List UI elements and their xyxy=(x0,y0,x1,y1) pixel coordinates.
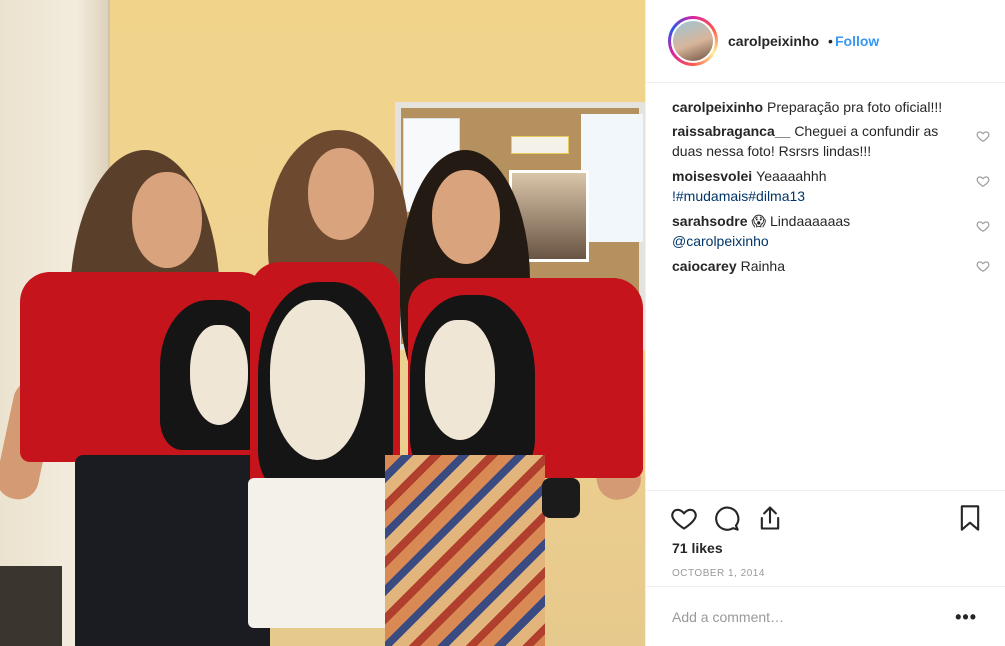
comment-like-icon[interactable] xyxy=(976,259,990,273)
caption-text: Preparação pra foto oficial!!! xyxy=(767,99,943,115)
photo-cabinet xyxy=(0,566,62,646)
comment-username[interactable]: caiocarey xyxy=(672,258,737,274)
add-comment-input[interactable] xyxy=(670,605,944,629)
post-actions: 71 likes OCTOBER 1, 2014 xyxy=(646,490,1005,579)
likes-count[interactable]: 71 likes xyxy=(672,540,723,556)
post-date[interactable]: OCTOBER 1, 2014 xyxy=(672,568,765,579)
avatar-ring[interactable] xyxy=(668,16,718,66)
header-username[interactable]: carolpeixinho xyxy=(728,33,819,49)
comment-username[interactable]: sarahsodre xyxy=(672,213,747,229)
comment-text: 😱 Lindaaaaaas xyxy=(751,213,851,229)
hashtag-link[interactable]: !#mudamais#dilma13 xyxy=(672,188,805,204)
post-side-panel: carolpeixinho • Follow carolpeixinho Prep… xyxy=(645,0,1005,646)
post-header: carolpeixinho • Follow xyxy=(646,0,1005,83)
caption: carolpeixinho Preparação pra foto oficial… xyxy=(672,97,990,117)
add-comment-bar: ••• xyxy=(646,586,1005,646)
comment-username[interactable]: moisesvolei xyxy=(672,168,752,184)
comment-item: moisesvolei Yeaaaahhh !#mudamais#dilma13 xyxy=(672,166,990,206)
more-options-button[interactable]: ••• xyxy=(955,607,977,628)
comments-list: carolpeixinho Preparação pra foto oficial… xyxy=(672,97,990,281)
instagram-post: carolpeixinho • Follow carolpeixinho Prep… xyxy=(0,0,1005,646)
comment-like-icon[interactable] xyxy=(976,219,990,233)
caption-username[interactable]: carolpeixinho xyxy=(672,99,763,115)
comment-item: raissabraganca__ Cheguei a confundir as d… xyxy=(672,121,990,161)
comment-text: Rainha xyxy=(740,258,785,274)
comment-like-icon[interactable] xyxy=(976,174,990,188)
heart-icon[interactable] xyxy=(670,504,698,532)
comment-text: Yeaaaahhh xyxy=(756,168,827,184)
bookmark-icon[interactable] xyxy=(956,504,984,532)
comment-icon[interactable] xyxy=(712,504,740,532)
comment-username[interactable]: raissabraganca__ xyxy=(672,123,790,139)
header-separator: • xyxy=(828,33,833,49)
follow-button[interactable]: Follow xyxy=(835,33,879,49)
share-icon[interactable] xyxy=(756,504,784,532)
comment-item: sarahsodre 😱 Lindaaaaaas @carolpeixinho xyxy=(672,211,990,251)
comment-like-icon[interactable] xyxy=(976,129,990,143)
comment-item: caiocarey Rainha xyxy=(672,256,990,276)
post-photo[interactable] xyxy=(0,0,645,646)
mention-link[interactable]: @carolpeixinho xyxy=(672,233,769,249)
avatar[interactable] xyxy=(671,19,715,63)
